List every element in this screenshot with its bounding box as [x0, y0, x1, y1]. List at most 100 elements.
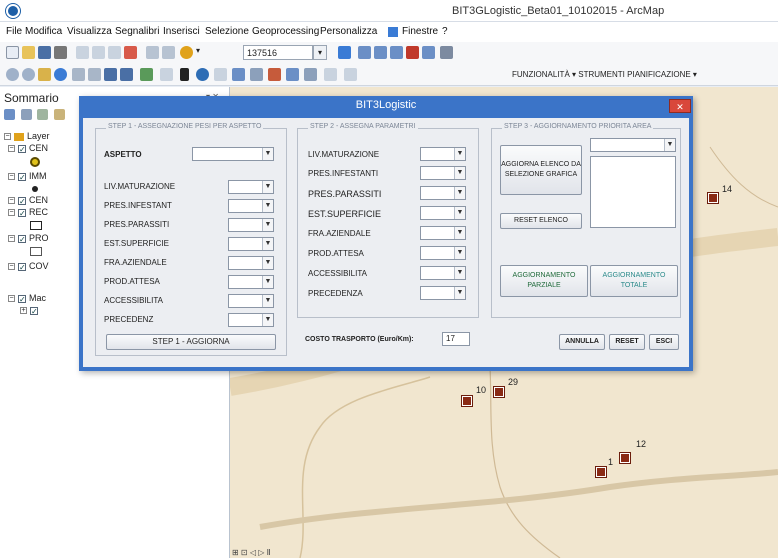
- step1-dropdown-infestant[interactable]: ▼: [228, 199, 274, 213]
- menu-file[interactable]: File: [6, 26, 22, 37]
- map-marker-12[interactable]: [620, 453, 630, 463]
- chevron-down-icon[interactable]: ▾: [196, 46, 204, 59]
- collapse-icon[interactable]: −: [8, 197, 15, 205]
- list-by-visibility-icon[interactable]: [37, 109, 49, 120]
- menu-help[interactable]: ?: [442, 26, 448, 37]
- map-navigation-controls[interactable]: ⊞ ⊡ ◁ ▷ Ⅱ: [232, 548, 271, 557]
- find-icon[interactable]: [268, 68, 281, 81]
- step2-dropdown-parassiti[interactable]: ▼: [420, 186, 466, 200]
- collapse-icon[interactable]: −: [8, 295, 15, 303]
- custom-toolbar-menus[interactable]: FUNZIONALITÀ ▾ STRUMENTI PIANIFICAZIONE …: [512, 70, 697, 79]
- search-window-icon[interactable]: [390, 46, 403, 59]
- step1-update-button[interactable]: STEP 1 - AGGIORNA: [106, 334, 276, 350]
- map-scale-input[interactable]: 137516: [243, 45, 313, 60]
- expand-icon[interactable]: +: [20, 307, 27, 315]
- layer-visibility-checkbox[interactable]: ✓: [18, 144, 26, 153]
- model-builder-icon[interactable]: [440, 46, 453, 59]
- hyperlink-icon[interactable]: [214, 68, 227, 81]
- list-by-selection-icon[interactable]: [53, 109, 65, 120]
- html-popup-icon[interactable]: [232, 68, 245, 81]
- viewer-window-icon[interactable]: [344, 68, 357, 81]
- collapse-icon[interactable]: −: [4, 133, 11, 141]
- toc-item-cen[interactable]: − ✓ CEN: [8, 143, 48, 153]
- menu-geoprocessing[interactable]: Geoprocessing: [252, 26, 319, 37]
- aspetto-dropdown[interactable]: ▼: [192, 147, 274, 161]
- reset-list-button[interactable]: RESET ELENCO: [500, 213, 582, 229]
- step2-dropdown-infestanti[interactable]: ▼: [420, 166, 466, 180]
- save-icon[interactable]: [38, 46, 51, 59]
- delete-icon[interactable]: [124, 46, 137, 59]
- step1-dropdown-precedenz[interactable]: ▼: [228, 313, 274, 327]
- next-extent-icon[interactable]: [120, 68, 133, 81]
- step2-dropdown-superficie[interactable]: ▼: [420, 206, 466, 220]
- menu-inserisci[interactable]: Inserisci: [163, 26, 200, 37]
- toc-item-rec[interactable]: − ✓ REC: [8, 207, 48, 217]
- cancel-button[interactable]: ANNULLA: [559, 334, 605, 350]
- map-marker-10[interactable]: [462, 396, 472, 406]
- collapse-icon[interactable]: −: [8, 173, 15, 181]
- menu-modifica[interactable]: Modifica: [25, 26, 62, 37]
- toc-item-layers[interactable]: − Layer: [4, 131, 50, 141]
- update-from-selection-button[interactable]: AGGIORNA ELENCO DA SELEZIONE GRAFICA: [500, 145, 582, 195]
- layer-visibility-checkbox[interactable]: ✓: [18, 262, 26, 271]
- go-to-xy-icon[interactable]: [304, 68, 317, 81]
- redo-icon[interactable]: [162, 46, 175, 59]
- total-update-button[interactable]: AGGIORNAMENTO TOTALE: [590, 265, 678, 297]
- menu-personalizza[interactable]: Personalizza: [320, 26, 377, 37]
- layer-visibility-checkbox[interactable]: ✓: [18, 208, 26, 217]
- zoom-out-icon[interactable]: [22, 68, 35, 81]
- new-document-icon[interactable]: [6, 46, 19, 59]
- clear-selection-icon[interactable]: [160, 68, 173, 81]
- time-slider-icon[interactable]: [324, 68, 337, 81]
- zoom-in-icon[interactable]: [6, 68, 19, 81]
- table-of-contents-icon[interactable]: [358, 46, 371, 59]
- find-route-icon[interactable]: [286, 68, 299, 81]
- menu-finestre[interactable]: Finestre: [402, 26, 438, 37]
- collapse-icon[interactable]: −: [8, 263, 15, 271]
- collapse-icon[interactable]: −: [8, 145, 15, 153]
- editor-toolbar-icon[interactable]: [338, 46, 351, 59]
- menu-visualizza[interactable]: Visualizza: [67, 26, 112, 37]
- pan-icon[interactable]: [38, 68, 51, 81]
- map-marker-29[interactable]: [494, 387, 504, 397]
- print-icon[interactable]: [54, 46, 67, 59]
- add-data-icon[interactable]: [180, 46, 193, 59]
- menu-segnalibri[interactable]: Segnalibri: [115, 26, 159, 37]
- python-window-icon[interactable]: [422, 46, 435, 59]
- reset-button[interactable]: RESET: [609, 334, 645, 350]
- cost-input[interactable]: 17: [442, 332, 470, 346]
- arctoolbox-icon[interactable]: [406, 46, 419, 59]
- toc-item-cov[interactable]: − ✓ COV: [8, 261, 49, 271]
- cut-icon[interactable]: [76, 46, 89, 59]
- step1-dropdown-parassiti[interactable]: ▼: [228, 218, 274, 232]
- step1-dropdown-aziendale[interactable]: ▼: [228, 256, 274, 270]
- layer-visibility-checkbox[interactable]: ✓: [30, 306, 38, 315]
- fixed-zoom-out-icon[interactable]: [88, 68, 101, 81]
- toc-subitem[interactable]: + ✓: [20, 305, 41, 315]
- step3-area-dropdown[interactable]: ▼: [590, 138, 676, 152]
- identify-icon[interactable]: [196, 68, 209, 81]
- measure-icon[interactable]: [250, 68, 263, 81]
- toc-item-mac[interactable]: − ✓ Mac: [8, 293, 46, 303]
- toc-item-cen-2[interactable]: − ✓ CEN: [8, 195, 48, 205]
- dialog-close-button[interactable]: ✕: [669, 99, 691, 113]
- step3-area-listbox[interactable]: [590, 156, 676, 228]
- step1-dropdown-accessibilita[interactable]: ▼: [228, 294, 274, 308]
- full-extent-icon[interactable]: [54, 68, 67, 81]
- map-marker-14[interactable]: [708, 193, 718, 203]
- collapse-icon[interactable]: −: [8, 209, 15, 217]
- exit-button[interactable]: ESCI: [649, 334, 679, 350]
- previous-extent-icon[interactable]: [104, 68, 117, 81]
- layer-visibility-checkbox[interactable]: ✓: [18, 294, 26, 303]
- catalog-icon[interactable]: [374, 46, 387, 59]
- select-elements-icon[interactable]: [180, 68, 189, 81]
- list-by-drawing-order-icon[interactable]: [4, 109, 15, 120]
- step1-dropdown-superficie[interactable]: ▼: [228, 237, 274, 251]
- step2-dropdown-accessibilita[interactable]: ▼: [420, 266, 466, 280]
- step2-dropdown-precedenza[interactable]: ▼: [420, 286, 466, 300]
- menu-selezione[interactable]: Selezione: [205, 26, 249, 37]
- collapse-icon[interactable]: −: [8, 235, 15, 243]
- fixed-zoom-in-icon[interactable]: [72, 68, 85, 81]
- undo-icon[interactable]: [146, 46, 159, 59]
- map-marker-1[interactable]: [596, 467, 606, 477]
